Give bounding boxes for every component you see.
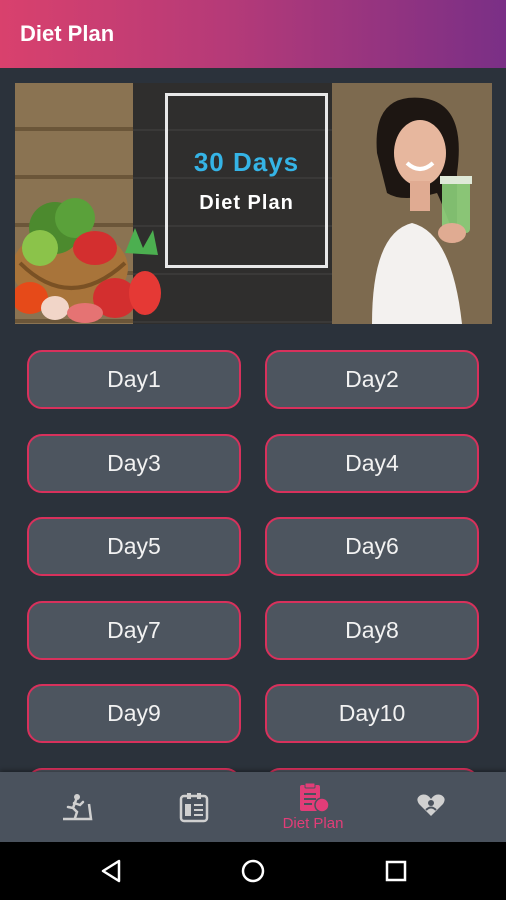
day-button[interactable]: Day3: [27, 434, 241, 493]
day-button[interactable]: Day6: [265, 517, 479, 576]
day-button[interactable]: Day8: [265, 601, 479, 660]
day-button[interactable]: Day10: [265, 684, 479, 743]
woman-photo: [332, 83, 492, 324]
back-icon[interactable]: [97, 856, 127, 886]
day-button[interactable]: Day4: [265, 434, 479, 493]
banner-frame: 30 Days Diet Plan: [165, 93, 328, 268]
system-navigation-bar: [0, 842, 506, 900]
treadmill-icon: [63, 794, 93, 821]
nav-health[interactable]: [368, 772, 494, 842]
bottom-navigation: Diet Plan: [0, 772, 506, 842]
vegetable-basket-illustration: [15, 198, 161, 323]
nav-diet-plan[interactable]: Diet Plan: [250, 772, 376, 842]
nav-label-diet-plan: Diet Plan: [282, 814, 344, 832]
calendar-icon: [179, 793, 209, 823]
day-button[interactable]: Day7: [27, 601, 241, 660]
nav-workout[interactable]: [14, 772, 140, 842]
page-title: Diet Plan: [20, 21, 115, 46]
banner-image: 30 Days Diet Plan: [15, 83, 492, 324]
day-button[interactable]: Day5: [27, 517, 241, 576]
banner-days-text: 30 Days: [193, 146, 300, 177]
app-bar: Diet Plan: [0, 0, 506, 68]
home-icon[interactable]: [238, 856, 268, 886]
day-button[interactable]: Day2: [265, 350, 479, 409]
heart-hand-icon: [417, 794, 445, 816]
day-button[interactable]: Day9: [27, 684, 241, 743]
nav-schedule[interactable]: [131, 772, 257, 842]
banner-plan-text: Diet Plan: [199, 191, 294, 214]
day-button[interactable]: Day1: [27, 350, 241, 409]
diet-plan-icon: [300, 782, 330, 813]
recents-icon[interactable]: [381, 856, 411, 886]
